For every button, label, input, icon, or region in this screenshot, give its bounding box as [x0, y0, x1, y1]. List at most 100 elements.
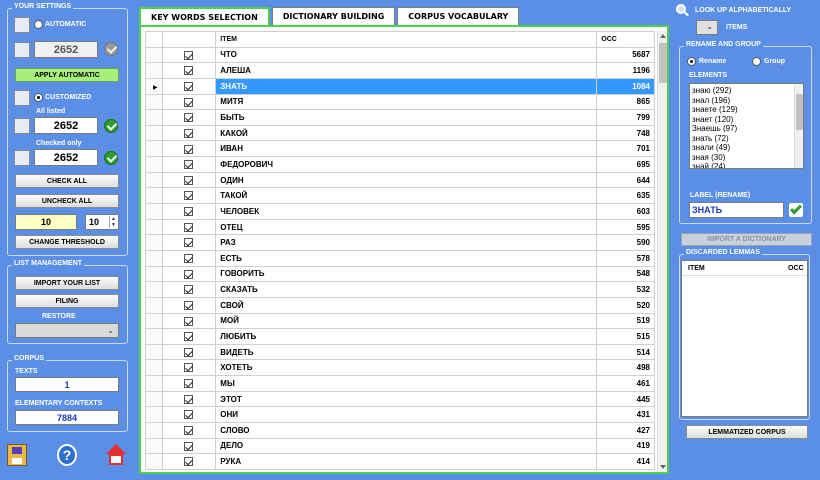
- table-row[interactable]: ОТЕЦ 595: [145, 218, 655, 236]
- row-header[interactable]: [145, 453, 163, 470]
- row-checkbox[interactable]: [184, 441, 194, 451]
- help-icon[interactable]: ?: [57, 444, 77, 466]
- table-row[interactable]: ЧЕЛОВЕК 603: [145, 203, 655, 220]
- row-header[interactable]: [145, 93, 163, 111]
- row-checkbox[interactable]: [184, 113, 194, 123]
- row-header[interactable]: [145, 46, 163, 64]
- table-row[interactable]: ДЕЛО 419: [145, 437, 655, 455]
- tab-dictionary-building[interactable]: DICTIONARY BUILDING: [271, 7, 396, 25]
- row-checkbox[interactable]: [184, 160, 194, 170]
- home-icon[interactable]: [105, 444, 127, 466]
- threshold-stepper[interactable]: 10 ▲ ▼: [85, 214, 119, 230]
- row-checkbox[interactable]: [184, 97, 194, 107]
- auto-confirm-icon[interactable]: [104, 42, 118, 56]
- table-row[interactable]: ВИДЕТЬ 514: [145, 343, 655, 361]
- scroll-up-icon[interactable]: [660, 34, 666, 38]
- table-row[interactable]: ОДИН 644: [145, 171, 655, 189]
- tab-key-words-selection[interactable]: KEY WORDS SELECTION: [139, 7, 270, 26]
- label-rename-input[interactable]: ЗНАТЬ: [689, 202, 784, 218]
- row-checkbox[interactable]: [184, 410, 194, 420]
- table-row[interactable]: ХОТЕТЬ 498: [145, 359, 655, 377]
- row-header[interactable]: [145, 312, 163, 330]
- row-checkbox[interactable]: [184, 316, 194, 326]
- customized-radio[interactable]: [34, 93, 43, 102]
- table-row[interactable]: ▶ ЗНАТЬ 1084: [145, 77, 655, 95]
- checked-only-confirm-icon[interactable]: [104, 151, 118, 165]
- row-checkbox[interactable]: [184, 379, 194, 389]
- row-header[interactable]: [145, 140, 163, 158]
- import-list-button[interactable]: IMPORT YOUR LIST: [15, 276, 119, 290]
- list-item[interactable]: знал (196): [690, 96, 803, 106]
- filing-button[interactable]: FILING: [15, 294, 119, 308]
- table-row[interactable]: СКАЗАТЬ 532: [145, 281, 655, 298]
- row-checkbox[interactable]: [184, 363, 194, 373]
- table-row[interactable]: КАКОЙ 748: [145, 124, 655, 142]
- row-checkbox[interactable]: [184, 144, 194, 154]
- row-header[interactable]: [145, 171, 163, 189]
- row-checkbox[interactable]: [184, 222, 194, 232]
- row-header[interactable]: [145, 422, 163, 439]
- table-row[interactable]: СЛОВО 427: [145, 422, 655, 439]
- row-header[interactable]: [145, 218, 163, 236]
- table-row[interactable]: МОЙ 519: [145, 312, 655, 330]
- list-item[interactable]: знаю (292): [690, 86, 803, 96]
- row-checkbox[interactable]: [184, 457, 194, 467]
- tab-corpus-vocabulary[interactable]: CORPUS VOCABULARY: [397, 7, 520, 25]
- change-threshold-button[interactable]: CHANGE THRESHOLD: [15, 235, 119, 249]
- grid-occ-header[interactable]: OCC: [596, 31, 655, 48]
- row-checkbox[interactable]: [184, 253, 194, 263]
- discarded-list[interactable]: ITEM OCC: [681, 260, 808, 417]
- row-header[interactable]: [145, 203, 163, 220]
- row-checkbox[interactable]: [184, 207, 194, 217]
- table-row[interactable]: МИТЯ 865: [145, 93, 655, 111]
- lemmatized-corpus-button[interactable]: LEMMATIZED CORPUS: [686, 425, 808, 439]
- table-row[interactable]: РУКА 414: [145, 453, 655, 470]
- list-item[interactable]: знает (120): [690, 115, 803, 125]
- list-item[interactable]: знай (24): [690, 162, 803, 168]
- list-item[interactable]: знали (49): [690, 143, 803, 153]
- all-listed-confirm-icon[interactable]: [104, 119, 118, 133]
- row-checkbox[interactable]: [184, 50, 194, 60]
- row-header[interactable]: [145, 124, 163, 142]
- row-header[interactable]: [145, 156, 163, 173]
- row-checkbox[interactable]: [184, 426, 194, 436]
- table-row[interactable]: СВОЙ 520: [145, 296, 655, 314]
- row-checkbox[interactable]: [184, 394, 194, 404]
- scroll-down-icon[interactable]: [660, 465, 666, 469]
- row-checkbox[interactable]: [184, 300, 194, 310]
- list-item[interactable]: Знаешь (97): [690, 124, 803, 134]
- check-all-button[interactable]: CHECK ALL: [15, 174, 119, 188]
- search-icon[interactable]: [676, 4, 690, 18]
- uncheck-all-button[interactable]: UNCHECK ALL: [15, 194, 119, 208]
- apply-automatic-button[interactable]: APPLY AUTOMATIC: [15, 68, 119, 82]
- table-row[interactable]: ЭТОТ 445: [145, 390, 655, 408]
- row-header[interactable]: [145, 281, 163, 298]
- row-header[interactable]: [145, 406, 163, 424]
- table-row[interactable]: ЕСТЬ 578: [145, 249, 655, 267]
- grid-scrollbar[interactable]: [657, 31, 667, 472]
- table-row[interactable]: ИВАН 701: [145, 140, 655, 158]
- list-item[interactable]: знаете (129): [690, 105, 803, 115]
- row-checkbox[interactable]: [184, 285, 194, 295]
- row-checkbox[interactable]: [184, 191, 194, 201]
- row-header[interactable]: [145, 249, 163, 267]
- table-row[interactable]: ОНИ 431: [145, 406, 655, 424]
- restore-select[interactable]: ⌄: [15, 323, 119, 338]
- row-checkbox[interactable]: [184, 269, 194, 279]
- row-header[interactable]: [145, 390, 163, 408]
- grid-item-header[interactable]: ITEM: [215, 31, 598, 48]
- list-item[interactable]: зная (30): [690, 153, 803, 163]
- elements-scroll-thumb[interactable]: [796, 94, 803, 130]
- stepper-arrows-icon[interactable]: ▲ ▼: [109, 216, 117, 228]
- row-header[interactable]: [145, 62, 163, 79]
- table-row[interactable]: ГОВОРИТЬ 548: [145, 265, 655, 283]
- row-header[interactable]: [145, 234, 163, 251]
- row-header[interactable]: [145, 328, 163, 345]
- row-checkbox[interactable]: [184, 238, 194, 248]
- row-header[interactable]: [145, 343, 163, 361]
- scroll-thumb[interactable]: [659, 43, 667, 83]
- lookup-select[interactable]: ⌄: [696, 20, 718, 35]
- save-icon[interactable]: [7, 444, 27, 466]
- row-checkbox[interactable]: [184, 81, 194, 91]
- table-row[interactable]: ЛЮБИТЬ 515: [145, 328, 655, 345]
